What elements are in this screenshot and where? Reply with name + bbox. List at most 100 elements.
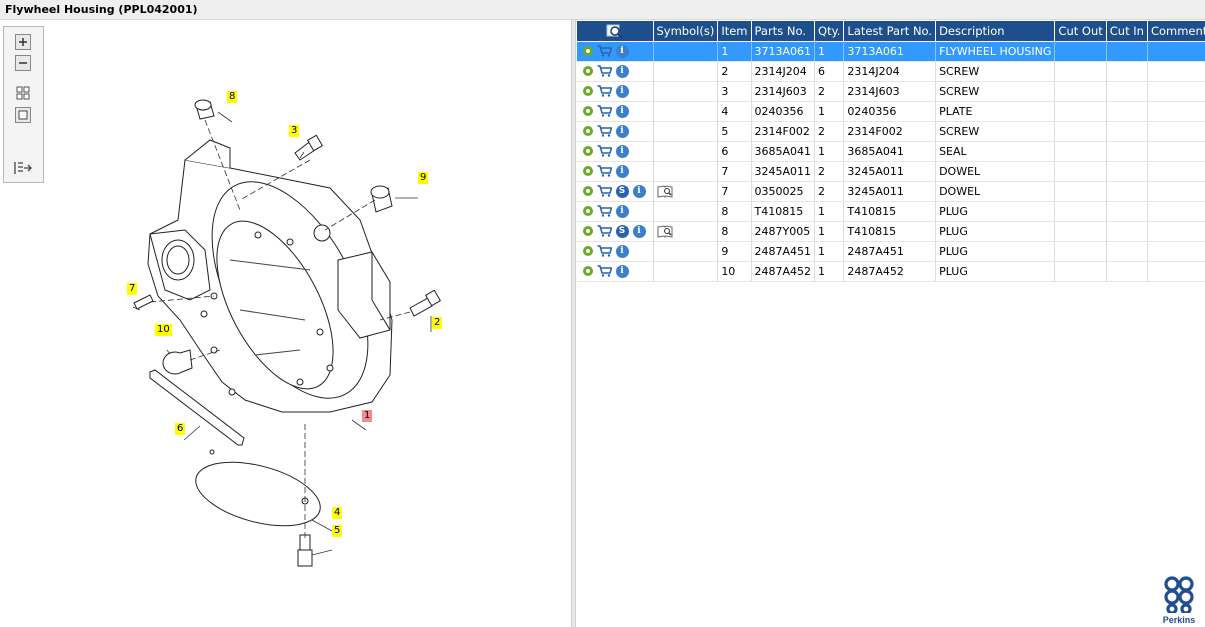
info-icon[interactable]: i [615,144,629,158]
title-bar: Flywheel Housing (PPL042001) [0,0,1205,20]
callout-2[interactable]: 2 [432,317,443,329]
cart-icon[interactable] [597,185,612,197]
table-row[interactable]: i 9 2487A451 1 2487A451 PLUG [576,241,1205,262]
col-header-comment[interactable]: Comment [1146,21,1205,42]
parts-no-cell: 2487Y005 [751,221,816,242]
table-row[interactable]: i 4 0240356 1 0240356 PLATE [576,101,1205,122]
cart-icon[interactable] [597,205,612,217]
cart-icon[interactable] [597,125,612,137]
show-list-icon[interactable] [13,159,33,177]
gear-icon[interactable] [582,66,593,77]
drawing-pane[interactable]: 8 3 9 7 2 10 1 6 4 5 [0,20,571,627]
cart-icon[interactable] [597,265,612,277]
exploded-view-drawing[interactable] [0,20,571,627]
callout-1[interactable]: 1 [362,410,373,422]
illustration-book-icon[interactable] [657,225,673,238]
cut-out-cell [1054,41,1107,62]
cut-in-cell [1106,201,1148,222]
symbols-cell [653,141,719,162]
table-row[interactable]: i 5 2314F002 2 2314F002 SCREW [576,121,1205,142]
gear-icon[interactable] [582,166,593,177]
gear-icon[interactable] [582,146,593,157]
table-row[interactable]: i 1 3713A061 1 3713A061 FLYWHEEL HOUSING [576,41,1205,62]
zoom-out-icon[interactable] [13,54,33,72]
info-icon[interactable]: i [615,44,629,58]
table-row[interactable]: i 10 2487A452 1 2487A452 PLUG [576,261,1205,282]
info-icon[interactable]: i [615,84,629,98]
callout-7[interactable]: 7 [127,283,138,295]
col-header-qty[interactable]: Qty. [814,21,845,42]
callout-10[interactable]: 10 [155,324,172,336]
info-icon[interactable]: i [632,184,646,198]
gear-icon[interactable] [582,46,593,57]
cart-icon[interactable] [597,105,612,117]
parts-no-cell: 2314F002 [751,121,816,142]
cart-icon[interactable] [597,165,612,177]
table-row[interactable]: Si 8 2487Y005 1 T410815 PLUG [576,221,1205,242]
gear-icon[interactable] [582,186,593,197]
table-row[interactable]: Si 7 0350025 2 3245A011 DOWEL [576,181,1205,202]
comment-cell [1147,61,1205,82]
gear-icon[interactable] [582,206,593,217]
info-icon[interactable]: i [615,244,629,258]
info-icon[interactable]: i [615,64,629,78]
info-icon[interactable]: i [615,164,629,178]
fit-window-icon[interactable] [13,106,33,124]
gear-icon[interactable] [582,86,593,97]
callout-8[interactable]: 8 [227,91,238,103]
supersession-icon[interactable]: S [615,184,629,198]
info-icon[interactable]: i [632,224,646,238]
row-actions-cell: i [576,61,654,82]
table-row[interactable]: i 6 3685A041 1 3685A041 SEAL [576,141,1205,162]
table-row[interactable]: i 3 2314J603 2 2314J603 SCREW [576,81,1205,102]
comment-cell [1147,121,1205,142]
parts-no-cell: 0350025 [751,181,816,202]
description-cell: PLATE [935,101,1056,122]
item-cell: 5 [717,121,752,142]
row-actions-cell: i [576,141,654,162]
info-icon[interactable]: i [615,264,629,278]
cart-icon[interactable] [597,245,612,257]
comment-cell [1147,241,1205,262]
qty-cell: 1 [814,141,845,162]
table-header-row: Symbol(s) Item Parts No. Qty. Latest Par… [576,21,1205,42]
gear-icon[interactable] [582,126,593,137]
col-header-description[interactable]: Description [935,21,1056,42]
description-cell: PLUG [935,241,1056,262]
supersession-icon[interactable]: S [615,224,629,238]
callout-6[interactable]: 6 [175,423,186,435]
table-row[interactable]: i 8 T410815 1 T410815 PLUG [576,201,1205,222]
callout-4[interactable]: 4 [332,507,343,519]
gear-icon[interactable] [582,226,593,237]
symbols-cell [653,261,719,282]
table-row[interactable]: i 7 3245A011 2 3245A011 DOWEL [576,161,1205,182]
callout-3[interactable]: 3 [289,125,300,137]
col-header-cut-in[interactable]: Cut In [1105,21,1148,42]
fit-all-icon[interactable] [13,84,33,102]
cart-icon[interactable] [597,225,612,237]
search-column-header[interactable] [576,21,654,42]
col-header-symbols[interactable]: Symbol(s) [652,21,719,42]
cart-icon[interactable] [597,85,612,97]
col-header-cut-out[interactable]: Cut Out [1054,21,1107,42]
gear-icon[interactable] [582,106,593,117]
cut-in-cell [1106,161,1148,182]
symbols-cell [653,181,719,202]
gear-icon[interactable] [582,246,593,257]
col-header-item[interactable]: Item [717,21,752,42]
cart-icon[interactable] [597,145,612,157]
col-header-parts-no[interactable]: Parts No. [750,21,816,42]
col-header-latest-part-no[interactable]: Latest Part No. [843,21,937,42]
table-row[interactable]: i 2 2314J204 6 2314J204 SCREW [576,61,1205,82]
zoom-in-icon[interactable] [13,33,33,51]
info-icon[interactable]: i [615,204,629,218]
callout-9[interactable]: 9 [418,172,429,184]
cart-icon[interactable] [597,65,612,77]
cart-icon[interactable] [597,45,612,57]
info-icon[interactable]: i [615,104,629,118]
illustration-book-icon[interactable] [657,185,673,198]
gear-icon[interactable] [582,266,593,277]
search-parts-icon[interactable] [606,23,624,39]
info-icon[interactable]: i [615,124,629,138]
callout-5[interactable]: 5 [332,525,343,537]
